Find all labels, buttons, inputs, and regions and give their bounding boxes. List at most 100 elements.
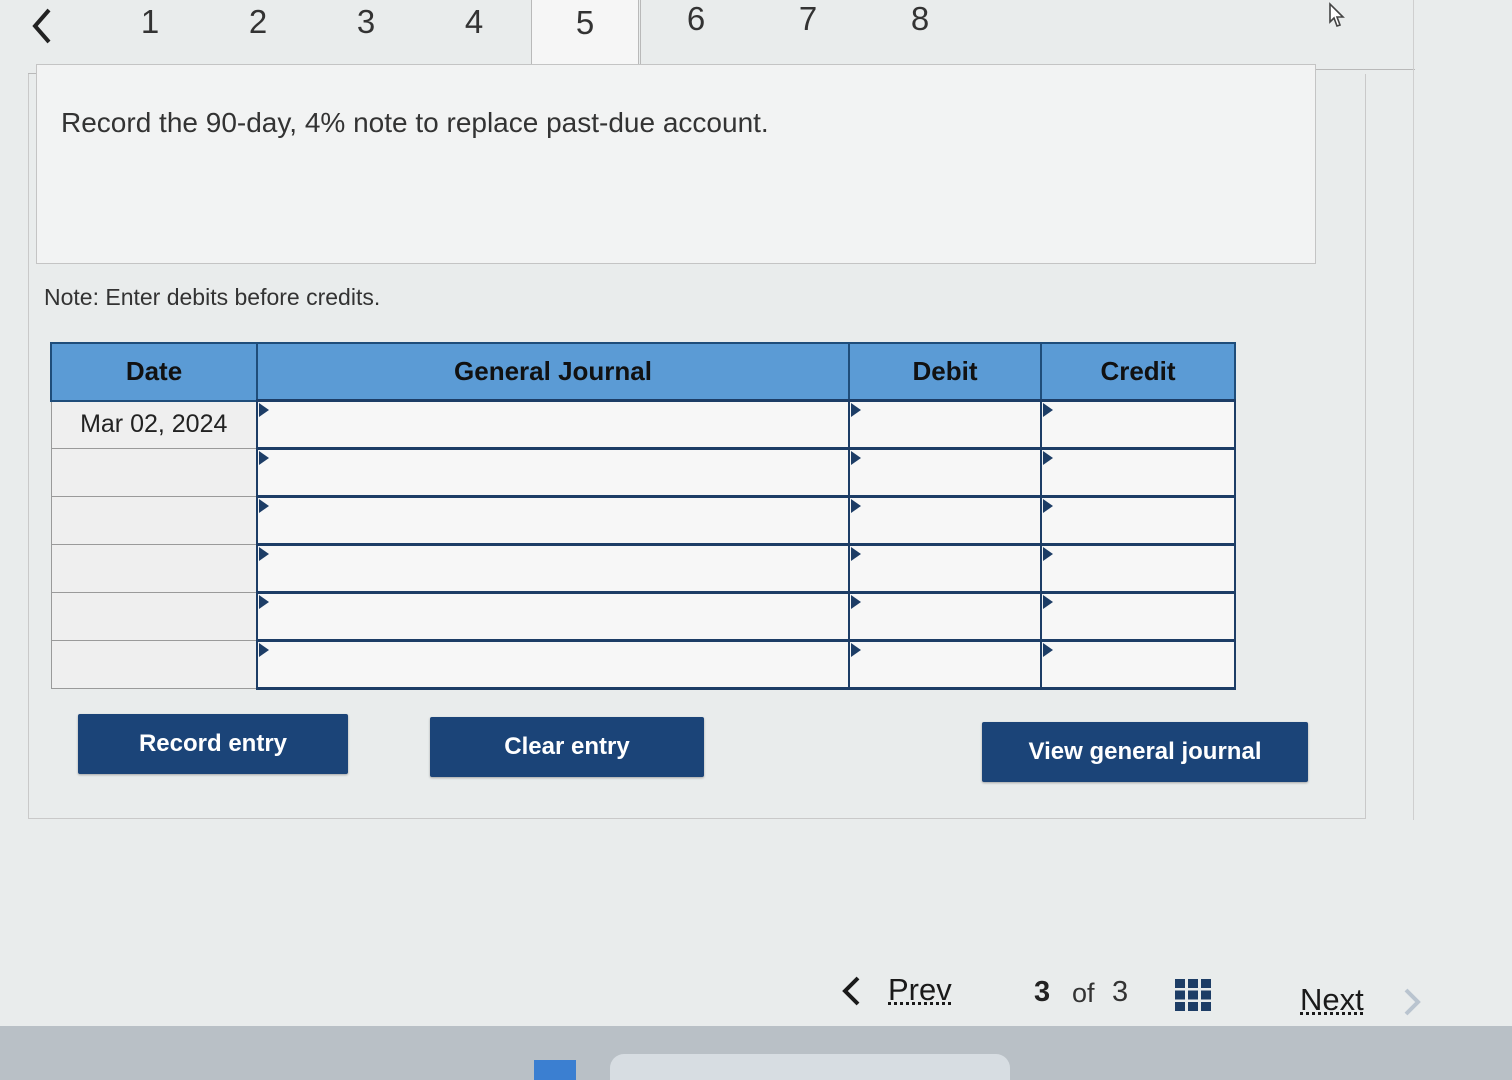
tab-step-3-label: 3 — [356, 3, 376, 40]
credit-input[interactable] — [1042, 450, 1234, 495]
question-pager: Prev 3 of 3 Next — [832, 962, 1432, 1022]
account-cell[interactable] — [256, 495, 850, 546]
tab-step-3[interactable]: 3 — [312, 0, 420, 44]
total-pages: 3 — [1112, 976, 1129, 1008]
account-input[interactable] — [258, 546, 848, 591]
account-cell[interactable] — [256, 543, 850, 594]
date-cell — [50, 496, 258, 545]
account-input[interactable] — [258, 642, 848, 687]
account-cell[interactable] — [256, 447, 850, 498]
record-entry-button[interactable]: Record entry — [78, 714, 348, 774]
credit-cell[interactable] — [1040, 543, 1236, 594]
credit-cell[interactable] — [1040, 399, 1236, 450]
debit-input[interactable] — [850, 594, 1040, 639]
debit-input[interactable] — [850, 546, 1040, 591]
note-text: Note: Enter debits before credits. — [44, 284, 381, 310]
current-page: 3 — [1034, 976, 1051, 1008]
debit-input[interactable] — [850, 642, 1040, 687]
dropdown-marker-icon — [1043, 403, 1053, 417]
credit-input[interactable] — [1042, 594, 1234, 639]
account-cell[interactable] — [256, 591, 850, 642]
journal-header-row: Date General Journal Debit Credit — [50, 342, 1236, 402]
account-cell[interactable] — [256, 639, 850, 690]
tabs-divider — [640, 0, 641, 74]
credit-input[interactable] — [1042, 498, 1234, 543]
dropdown-marker-icon — [259, 499, 269, 513]
tab-step-7[interactable]: 7 — [754, 0, 862, 44]
account-input[interactable] — [258, 450, 848, 495]
tab-step-6-label: 6 — [686, 0, 706, 37]
dropdown-marker-icon — [851, 451, 861, 465]
credit-cell[interactable] — [1040, 495, 1236, 546]
tabs-prev-chevron-icon[interactable] — [22, 4, 62, 48]
dropdown-marker-icon — [851, 595, 861, 609]
prev-link[interactable]: Prev — [888, 972, 952, 1008]
account-cell[interactable] — [256, 399, 850, 450]
dropdown-marker-icon — [851, 547, 861, 561]
credit-cell[interactable] — [1040, 591, 1236, 642]
debit-cell[interactable] — [848, 447, 1042, 498]
dropdown-marker-icon — [1043, 595, 1053, 609]
account-input[interactable] — [258, 498, 848, 543]
panel-right-border — [1413, 0, 1414, 820]
prompt-text: Record the 90-day, 4% note to replace pa… — [61, 107, 769, 138]
table-row — [50, 447, 1236, 498]
tab-step-8-label: 8 — [910, 0, 930, 37]
credit-cell[interactable] — [1040, 447, 1236, 498]
date-cell — [50, 640, 258, 689]
grid-view-icon[interactable] — [1174, 978, 1212, 1012]
credit-input[interactable] — [1042, 642, 1234, 687]
prompt-box: Record the 90-day, 4% note to replace pa… — [36, 64, 1316, 264]
date-cell: Mar 02, 2024 — [50, 400, 258, 449]
header-date: Date — [50, 342, 258, 402]
start-icon[interactable] — [534, 1060, 576, 1080]
debit-cell[interactable] — [848, 399, 1042, 450]
dropdown-marker-icon — [851, 643, 861, 657]
dropdown-marker-icon — [1043, 499, 1053, 513]
table-row — [50, 591, 1236, 642]
tab-step-6[interactable]: 6 — [642, 0, 750, 44]
mouse-cursor-icon — [1318, 0, 1352, 32]
tab-step-1-label: 1 — [140, 3, 160, 40]
tab-step-4[interactable]: 4 — [420, 0, 528, 44]
dropdown-marker-icon — [1043, 547, 1053, 561]
view-general-journal-button[interactable]: View general journal — [982, 722, 1308, 782]
header-credit: Credit — [1040, 342, 1236, 402]
dropdown-marker-icon — [259, 595, 269, 609]
journal-entry-table: Date General Journal Debit Credit Mar 02… — [50, 342, 1236, 690]
dropdown-marker-icon — [259, 547, 269, 561]
tab-step-1[interactable]: 1 — [96, 0, 204, 44]
os-taskbar — [0, 1026, 1512, 1080]
dropdown-marker-icon — [1043, 451, 1053, 465]
next-link[interactable]: Next — [1300, 982, 1364, 1018]
dropdown-marker-icon — [851, 499, 861, 513]
debit-cell[interactable] — [848, 495, 1042, 546]
header-debit: Debit — [848, 342, 1042, 402]
credit-cell[interactable] — [1040, 639, 1236, 690]
account-input[interactable] — [258, 402, 848, 447]
debit-input[interactable] — [850, 402, 1040, 447]
debit-cell[interactable] — [848, 639, 1042, 690]
tab-step-2[interactable]: 2 — [204, 0, 312, 44]
tab-step-8[interactable]: 8 — [866, 0, 974, 44]
credit-input[interactable] — [1042, 402, 1234, 447]
table-row — [50, 543, 1236, 594]
table-row — [50, 495, 1236, 546]
date-cell — [50, 544, 258, 593]
clear-entry-button[interactable]: Clear entry — [430, 717, 704, 777]
tab-step-5[interactable]: 5 — [531, 0, 639, 72]
debit-input[interactable] — [850, 498, 1040, 543]
dropdown-marker-icon — [1043, 643, 1053, 657]
prev-chevron-icon[interactable] — [838, 974, 864, 1008]
debit-input[interactable] — [850, 450, 1040, 495]
tab-step-5-label: 5 — [575, 4, 595, 41]
page-of-label: of — [1072, 978, 1095, 1008]
debit-cell[interactable] — [848, 591, 1042, 642]
tab-step-7-label: 7 — [798, 0, 818, 37]
credit-input[interactable] — [1042, 546, 1234, 591]
next-chevron-icon[interactable] — [1400, 986, 1424, 1018]
account-input[interactable] — [258, 594, 848, 639]
debit-cell[interactable] — [848, 543, 1042, 594]
taskbar-search[interactable] — [610, 1054, 1010, 1080]
date-cell — [50, 592, 258, 641]
